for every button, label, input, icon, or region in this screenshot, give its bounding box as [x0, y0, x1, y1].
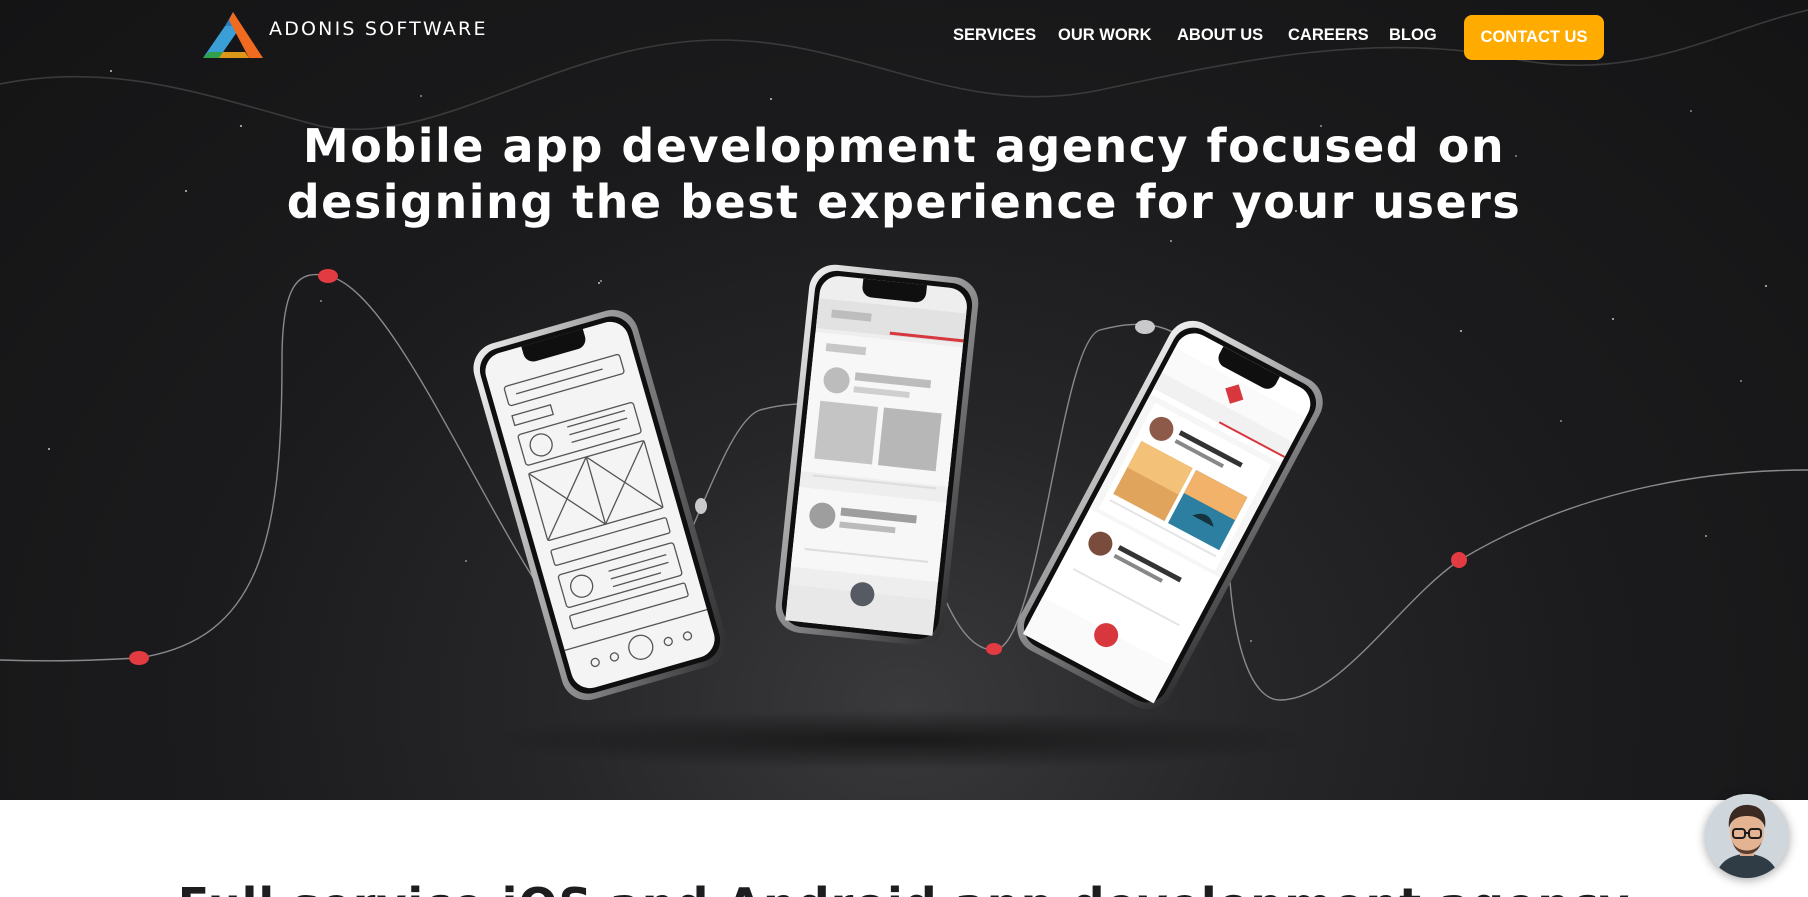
nav-link-careers[interactable]: CAREERS: [1288, 26, 1369, 45]
phone-color: [1017, 320, 1323, 710]
hero-section: ADONIS SOFTWARE SERVICES OUR WORK ABOUT …: [0, 0, 1808, 800]
nav-link-our-work[interactable]: OUR WORK: [1058, 26, 1152, 45]
services-section: Full service iOS and Android app develop…: [0, 800, 1808, 897]
phone-grayscale: [775, 264, 979, 646]
hero-headline-line2: designing the best experience for your u…: [286, 175, 1522, 229]
nav-link-about-us[interactable]: ABOUT US: [1177, 26, 1263, 45]
main-nav: SERVICES OUR WORK ABOUT US CAREERS BLOG …: [0, 15, 1808, 61]
contact-us-button[interactable]: CONTACT US: [1464, 15, 1604, 60]
nav-link-blog[interactable]: BLOG: [1389, 26, 1437, 45]
hero-headline: Mobile app development agency focused on…: [0, 118, 1808, 230]
nav-link-services[interactable]: SERVICES: [953, 26, 1036, 45]
phone-wireframe: [473, 309, 727, 701]
chat-avatar-image: [1705, 794, 1789, 878]
hero-headline-line1: Mobile app development agency focused on: [302, 119, 1506, 173]
chat-avatar-icon[interactable]: [1705, 794, 1789, 878]
services-section-title: Full service iOS and Android app develop…: [0, 878, 1808, 897]
